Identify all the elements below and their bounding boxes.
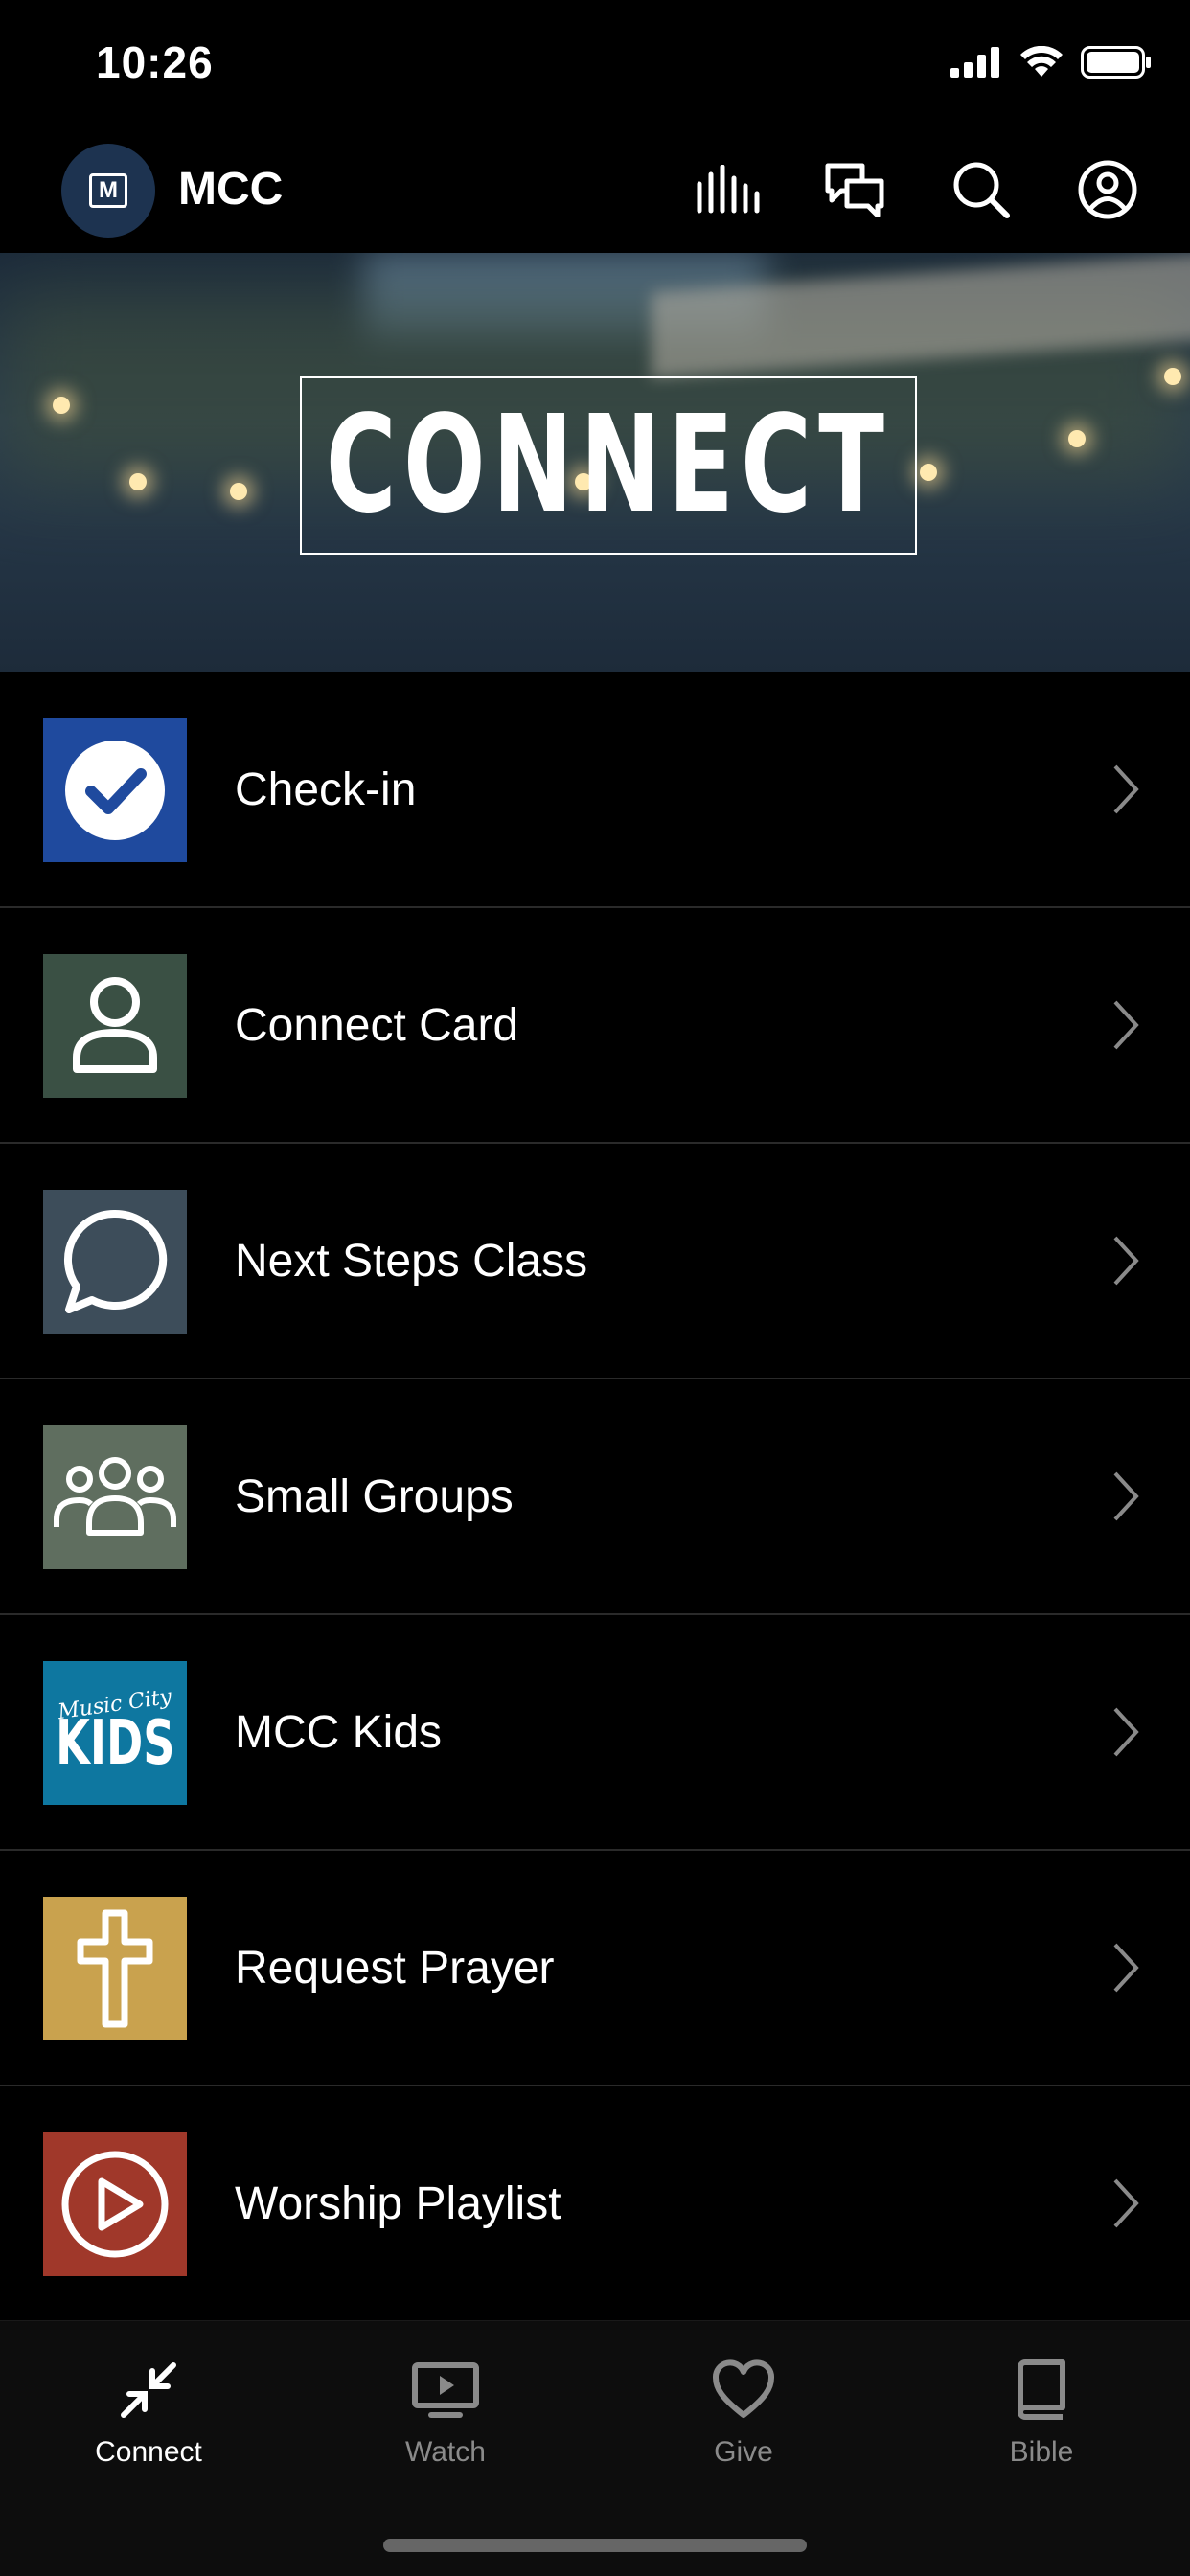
check-in-tile (43, 718, 187, 862)
search-button[interactable] (947, 155, 1016, 224)
wifi-icon (1020, 46, 1063, 77)
hero-title: CONNECT (325, 387, 892, 543)
menu-item-label: Small Groups (235, 1470, 514, 1522)
bottom-tab-bar: Connect Watch Give Bible (0, 2320, 1190, 2576)
tab-connect[interactable]: Connect (24, 2359, 273, 2469)
menu-item-mcc-kids[interactable]: Music City KIDS MCC Kids (0, 1615, 1190, 1851)
app-header: M MCC (0, 134, 1190, 253)
menu-item-label: Request Prayer (235, 1942, 555, 1994)
messages-icon (825, 163, 884, 217)
logo-letter: M (89, 173, 127, 208)
status-icons (950, 46, 1152, 79)
chevron-right-icon (1113, 1943, 1139, 1993)
string-light (230, 483, 247, 500)
status-bar: 10:26 (0, 0, 1190, 134)
tab-bible[interactable]: Bible (917, 2359, 1166, 2469)
audio-bars-button[interactable] (694, 155, 763, 224)
heart-icon (713, 2359, 774, 2418)
connect-card-tile (43, 954, 187, 1098)
kids-text: KIDS (55, 1707, 175, 1779)
chevron-right-icon (1113, 1471, 1139, 1521)
audio-bars-icon (697, 165, 760, 214)
book-icon (1018, 2359, 1065, 2420)
messages-button[interactable] (820, 155, 889, 224)
menu-item-check-in[interactable]: Check-in (0, 672, 1190, 908)
play-icon (61, 2151, 169, 2258)
hero-banner: CONNECT (0, 253, 1190, 672)
signal-icon (950, 47, 999, 78)
group-icon (54, 1457, 176, 1536)
chevron-right-icon (1113, 1236, 1139, 1286)
chat-bubble-icon (64, 1209, 168, 1313)
tab-watch[interactable]: Watch (321, 2359, 570, 2469)
menu-item-connect-card[interactable]: Connect Card (0, 908, 1190, 1144)
tv-play-icon (412, 2362, 479, 2418)
connect-menu: Check-in Connect Card Next Steps Class S… (0, 672, 1190, 2322)
chevron-right-icon (1113, 764, 1139, 814)
check-icon (65, 741, 165, 840)
chevron-right-icon (1113, 1707, 1139, 1757)
home-indicator[interactable] (383, 2539, 807, 2552)
tab-label: Give (714, 2436, 773, 2468)
menu-item-label: MCC Kids (235, 1706, 443, 1758)
profile-button[interactable] (1073, 155, 1142, 224)
tab-label: Connect (95, 2436, 202, 2468)
chevron-right-icon (1113, 2178, 1139, 2228)
church-logo[interactable]: M (61, 144, 155, 238)
menu-item-next-steps-class[interactable]: Next Steps Class (0, 1144, 1190, 1379)
string-light (53, 397, 70, 414)
next-steps-tile (43, 1190, 187, 1334)
tab-label: Watch (405, 2436, 486, 2468)
menu-item-label: Connect Card (235, 999, 519, 1051)
kids-logo-icon: Music City KIDS (43, 1661, 187, 1805)
menu-item-small-groups[interactable]: Small Groups (0, 1379, 1190, 1615)
request-prayer-tile (43, 1897, 187, 2040)
tab-give[interactable]: Give (619, 2359, 868, 2469)
chevron-right-icon (1113, 1000, 1139, 1050)
string-light (920, 464, 937, 481)
worship-playlist-tile (43, 2132, 187, 2276)
string-light (129, 473, 147, 490)
menu-item-label: Worship Playlist (235, 2177, 561, 2229)
string-light (1164, 368, 1181, 385)
search-icon (953, 162, 1010, 218)
string-light (1068, 430, 1086, 447)
status-time: 10:26 (96, 37, 214, 87)
tab-label: Bible (1009, 2436, 1074, 2468)
cross-icon (77, 1909, 153, 2028)
menu-item-label: Next Steps Class (235, 1235, 588, 1287)
hero-title-frame: CONNECT (300, 376, 917, 555)
battery-icon (1081, 46, 1151, 79)
small-groups-tile (43, 1425, 187, 1569)
menu-item-request-prayer[interactable]: Request Prayer (0, 1851, 1190, 2086)
compress-arrows-icon (121, 2362, 176, 2418)
profile-icon (1078, 160, 1137, 219)
person-icon (73, 977, 157, 1073)
header-actions (694, 155, 1142, 224)
app-title: MCC (178, 164, 284, 215)
menu-item-label: Check-in (235, 764, 417, 815)
menu-item-worship-playlist[interactable]: Worship Playlist (0, 2086, 1190, 2322)
